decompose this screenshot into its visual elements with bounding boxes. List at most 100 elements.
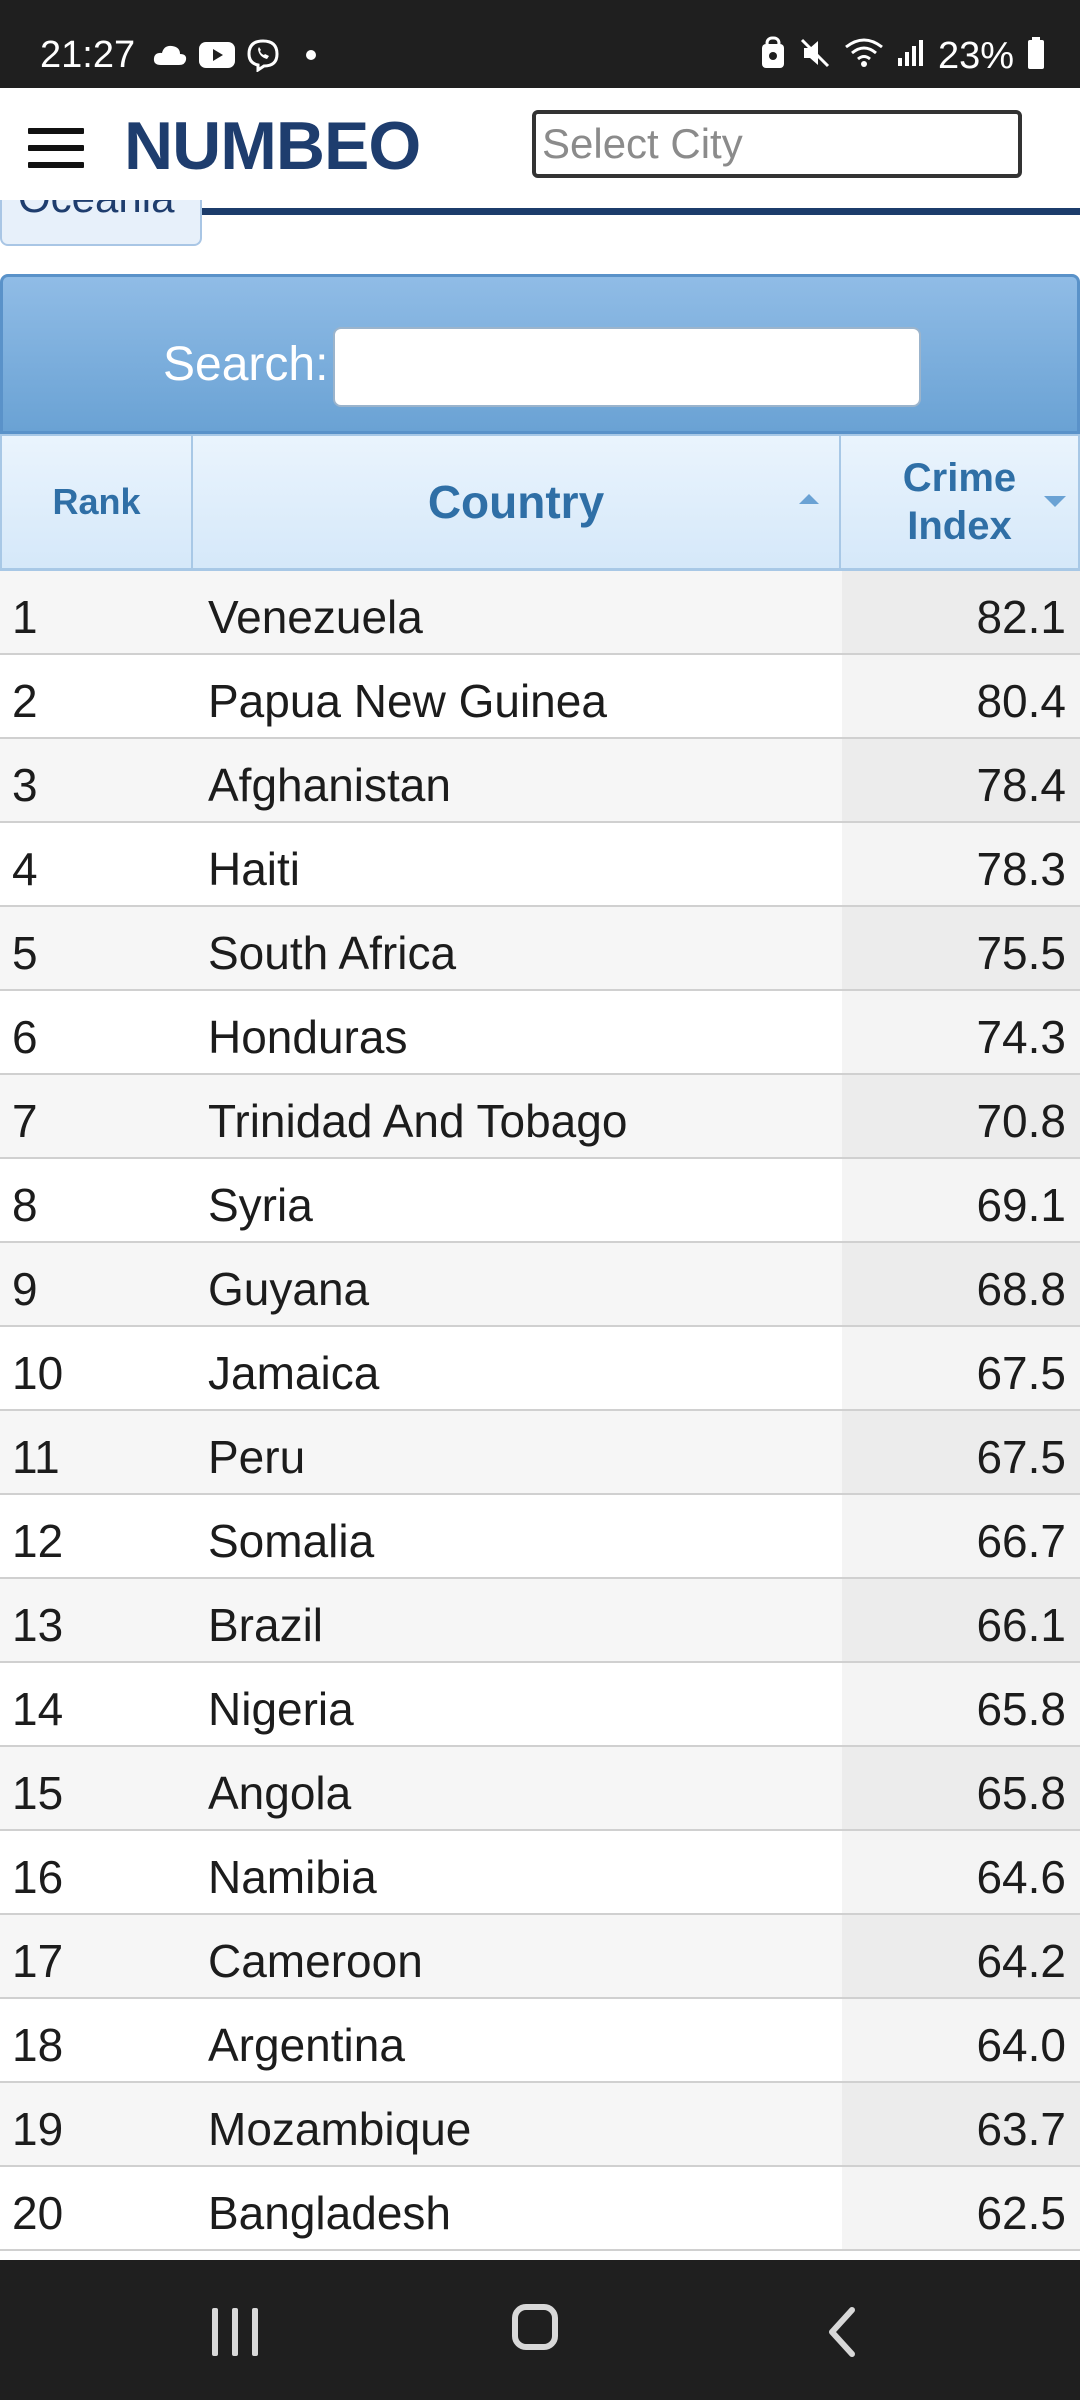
app-header: NUMBEO: [0, 88, 1080, 215]
country-cell: Somalia: [208, 1515, 375, 1567]
crime-index-cell: 70.8: [842, 1075, 1080, 1157]
country-cell: Angola: [208, 1767, 352, 1819]
numbeo-logo[interactable]: NUMBEO: [124, 106, 421, 188]
table-row[interactable]: 14 Nigeria 65.8: [0, 1663, 1080, 1747]
country-cell: Papua New Guinea: [208, 675, 607, 727]
country-cell: Jamaica: [208, 1347, 380, 1399]
sort-descending-icon: [1044, 496, 1066, 507]
table-row[interactable]: 11 Peru 67.5: [0, 1411, 1080, 1495]
country-cell: Namibia: [208, 1851, 377, 1903]
table-row[interactable]: 7 Trinidad And Tobago 70.8: [0, 1075, 1080, 1159]
rank-cell: 17: [12, 1935, 64, 1987]
table-row[interactable]: 4 Haiti 78.3: [0, 823, 1080, 907]
cloud-icon: [152, 43, 188, 72]
back-icon[interactable]: [822, 2304, 862, 2360]
column-header-crime-line1: Crime: [902, 456, 1017, 500]
crime-index-cell: 82.1: [842, 571, 1080, 653]
country-cell: Honduras: [208, 1011, 408, 1063]
table-row[interactable]: 20 Bangladesh 62.5: [0, 2167, 1080, 2251]
column-header-crime-index[interactable]: Crime Index: [841, 436, 1080, 568]
region-tab-oceania[interactable]: Oceania: [0, 200, 202, 246]
rank-cell: 12: [12, 1515, 64, 1567]
table-row[interactable]: 10 Jamaica 67.5: [0, 1327, 1080, 1411]
crime-index-cell: 68.8: [842, 1243, 1080, 1325]
rank-cell: 7: [12, 1095, 38, 1147]
rank-cell: 8: [12, 1179, 38, 1231]
table-row[interactable]: 1 Venezuela 82.1: [0, 571, 1080, 655]
country-cell: Mozambique: [208, 2103, 472, 2155]
rank-cell: 1: [12, 591, 38, 643]
select-city-input[interactable]: [532, 110, 1022, 178]
table-body: 1 Venezuela 82.1 2 Papua New Guinea 80.4 3 Afgh…: [0, 571, 1080, 2251]
rank-cell: 18: [12, 2019, 64, 2071]
rank-cell: 15: [12, 1767, 64, 1819]
mute-icon: [798, 36, 832, 75]
table-row[interactable]: 9 Guyana 68.8: [0, 1243, 1080, 1327]
table-row[interactable]: 18 Argentina 64.0: [0, 1999, 1080, 2083]
table-row[interactable]: 5 South Africa 75.5: [0, 907, 1080, 991]
sort-ascending-icon: [799, 494, 819, 504]
crime-index-cell: 78.4: [842, 739, 1080, 821]
rank-cell: 2: [12, 675, 38, 727]
table-row[interactable]: 13 Brazil 66.1: [0, 1579, 1080, 1663]
table-row[interactable]: 15 Angola 65.8: [0, 1747, 1080, 1831]
search-input[interactable]: [333, 327, 921, 407]
table-header: Rank Country Crime Index: [0, 434, 1080, 571]
column-header-rank-label: Rank: [52, 481, 141, 522]
lock-badge-icon: [760, 36, 786, 75]
crime-index-cell: 69.1: [842, 1159, 1080, 1241]
crime-index-cell: 63.7: [842, 2083, 1080, 2165]
crime-index-cell: 66.7: [842, 1495, 1080, 1577]
crime-index-cell: 75.5: [842, 907, 1080, 989]
table-row[interactable]: 17 Cameroon 64.2: [0, 1915, 1080, 1999]
viber-icon: [246, 38, 280, 77]
table-row[interactable]: 2 Papua New Guinea 80.4: [0, 655, 1080, 739]
crime-index-cell: 62.5: [842, 2167, 1080, 2249]
country-cell: Venezuela: [208, 591, 423, 643]
table-row[interactable]: 12 Somalia 66.7: [0, 1495, 1080, 1579]
crime-index-cell: 80.4: [842, 655, 1080, 737]
column-header-rank[interactable]: Rank: [0, 436, 193, 568]
crime-index-cell: 67.5: [842, 1411, 1080, 1493]
battery-icon: [1026, 36, 1046, 75]
crime-index-cell: 64.6: [842, 1831, 1080, 1913]
youtube-icon: [198, 41, 236, 74]
table-row[interactable]: 6 Honduras 74.3: [0, 991, 1080, 1075]
table-row[interactable]: 8 Syria 69.1: [0, 1159, 1080, 1243]
home-icon[interactable]: [512, 2304, 558, 2350]
rank-cell: 3: [12, 759, 38, 811]
country-cell: Trinidad And Tobago: [208, 1095, 628, 1147]
country-cell: Afghanistan: [208, 759, 451, 811]
country-cell: Haiti: [208, 843, 301, 895]
country-cell: Argentina: [208, 2019, 405, 2071]
country-cell: Brazil: [208, 1599, 324, 1651]
country-cell: South Africa: [208, 927, 457, 979]
table-row[interactable]: 16 Namibia 64.6: [0, 1831, 1080, 1915]
table-row[interactable]: 19 Mozambique 63.7: [0, 2083, 1080, 2167]
recents-icon[interactable]: [210, 2308, 262, 2356]
column-header-crime-index-label: Crime Index: [903, 454, 1016, 550]
crime-index-cell: 64.2: [842, 1915, 1080, 1997]
table-row[interactable]: 3 Afghanistan 78.4: [0, 739, 1080, 823]
search-label: Search:: [163, 338, 329, 391]
crime-index-cell: 65.8: [842, 1747, 1080, 1829]
rank-cell: 11: [12, 1431, 60, 1483]
search-panel: Search:: [0, 274, 1080, 434]
crime-index-cell: 65.8: [842, 1663, 1080, 1745]
battery-percent: 23%: [937, 34, 1014, 77]
rank-cell: 16: [12, 1851, 64, 1903]
dot-icon: [304, 48, 318, 67]
column-header-crime-line2: Index: [907, 504, 1012, 548]
country-cell: Cameroon: [208, 1935, 423, 1987]
region-tab-label: Oceania: [18, 200, 174, 222]
hamburger-icon[interactable]: [28, 128, 84, 170]
wifi-icon: [844, 37, 884, 74]
status-left-icons: [152, 38, 318, 77]
system-nav-bar: [0, 2260, 1080, 2400]
column-header-country[interactable]: Country: [193, 436, 841, 568]
column-header-country-label: Country: [427, 476, 605, 528]
rank-cell: 4: [12, 843, 38, 895]
country-cell: Syria: [208, 1179, 313, 1231]
crime-index-table: Rank Country Crime Index 1 Venezuela 82.1 2…: [0, 434, 1080, 2251]
country-cell: Guyana: [208, 1263, 370, 1315]
